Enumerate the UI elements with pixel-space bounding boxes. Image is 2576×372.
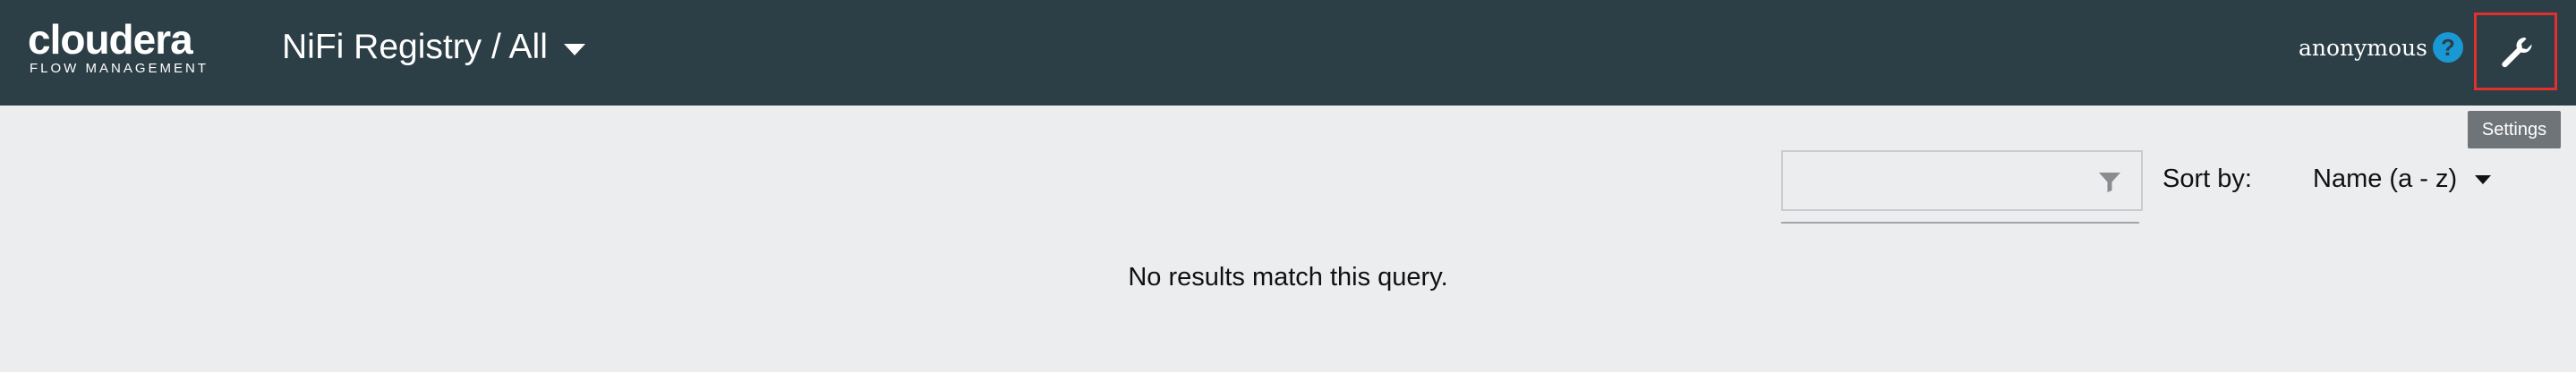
sort-dropdown[interactable]: Name (a - z) <box>2313 163 2492 195</box>
breadcrumb-dropdown[interactable]: NiFi Registry / All <box>282 25 585 70</box>
logo-wordmark: cloudera <box>28 16 193 63</box>
help-icon[interactable]: ? <box>2433 32 2463 63</box>
empty-results-message: No results match this query. <box>1128 263 1448 292</box>
breadcrumb-label: NiFi Registry / All <box>282 28 548 66</box>
sort-by-label: Sort by: <box>2162 165 2252 193</box>
filter-underline <box>1781 222 2139 224</box>
chevron-down-icon <box>2475 175 2492 184</box>
app-header: cloudera FLOW MANAGEMENT NiFi Registry /… <box>0 0 2576 106</box>
filter-input[interactable] <box>1783 152 2112 209</box>
funnel-icon[interactable] <box>2098 172 2121 193</box>
filter-box <box>1781 150 2143 211</box>
settings-button[interactable] <box>2474 13 2557 90</box>
current-user: anonymous <box>2299 35 2427 61</box>
cloudera-logo[interactable]: cloudera FLOW MANAGEMENT <box>28 18 209 76</box>
logo-subtitle: FLOW MANAGEMENT <box>30 61 209 76</box>
wrench-icon <box>2501 37 2532 67</box>
sort-value: Name (a - z) <box>2313 165 2458 193</box>
settings-tooltip: Settings <box>2468 111 2561 148</box>
caret-down-icon <box>563 43 585 55</box>
